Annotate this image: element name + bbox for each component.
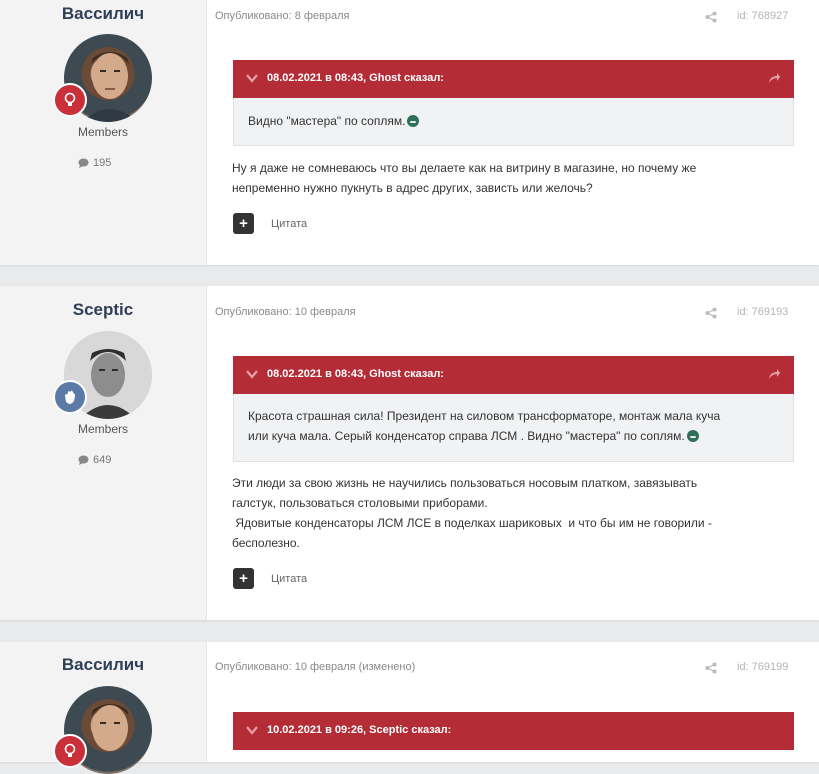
chevron-down-icon[interactable]	[246, 369, 258, 379]
chevron-down-icon[interactable]	[246, 73, 258, 83]
author-panel: Вассилич Members 195	[0, 0, 207, 265]
author-name[interactable]: Вассилич	[0, 4, 206, 24]
post-id: id: 769193	[737, 306, 789, 318]
quote-author-line: 10.02.2021 в 09:26, Sceptic сказал:	[267, 724, 452, 736]
plus-icon: +	[239, 570, 248, 587]
post-count: 195	[78, 157, 111, 169]
plus-icon: +	[239, 215, 248, 232]
quote-body: Красота страшная сила! Президент на сило…	[233, 394, 794, 462]
post-3: Вассилич Опубликовано: 10 февраля (измен…	[0, 642, 819, 774]
post-content: Ну я даже не сомневаюсь что вы делаете к…	[232, 158, 792, 198]
quote-button[interactable]: Цитата	[271, 218, 307, 230]
post-content: Эти люди за свою жизнь не научились поль…	[232, 473, 792, 553]
hand-wave-icon	[65, 390, 75, 404]
quote-header[interactable]: 08.02.2021 в 08:43, Ghost сказал:	[233, 356, 794, 394]
post-line: Эти люди за свою жизнь не научились поль…	[232, 476, 698, 490]
quote-text-block: Красота страшная сила! Президент на сило…	[248, 406, 775, 446]
member-badge	[53, 734, 87, 768]
emoji-icon	[407, 115, 420, 127]
comment-icon	[78, 158, 89, 168]
post-id: id: 769199	[737, 661, 789, 673]
chevron-down-icon[interactable]	[246, 725, 258, 735]
forward-arrow-icon[interactable]	[768, 368, 781, 380]
quote-author-line: 08.02.2021 в 08:43, Ghost сказал:	[267, 368, 444, 380]
published-date[interactable]: Опубликовано: 10 февраля (изменено)	[215, 661, 415, 673]
quote-author-line: 08.02.2021 в 08:43, Ghost сказал:	[267, 72, 444, 84]
post-line: Ну я даже не сомневаюсь что вы делаете к…	[232, 161, 697, 175]
author-panel: Sceptic Members 649	[0, 286, 207, 620]
quote-body: Видно "мастера" по соплям.	[233, 98, 794, 146]
author-panel: Вассилич	[0, 642, 207, 774]
quote-button[interactable]: Цитата	[271, 573, 307, 585]
quote-line: или куча мала. Серый конденсатор справа …	[248, 429, 685, 443]
published-date[interactable]: Опубликовано: 8 февраля	[215, 10, 350, 22]
forward-arrow-icon[interactable]	[768, 72, 781, 84]
post-line: галстук, пользоваться столовыми приборам…	[232, 496, 488, 510]
share-icon[interactable]	[705, 662, 717, 674]
post-1: Вассилич Members 195 Опубликовано: 8 фев…	[0, 0, 819, 265]
multiquote-plus-button[interactable]: +	[233, 568, 254, 589]
author-name[interactable]: Sceptic	[0, 300, 206, 320]
quote-header[interactable]: 08.02.2021 в 08:43, Ghost сказал:	[233, 60, 794, 98]
share-icon[interactable]	[705, 11, 717, 23]
member-badge	[53, 83, 87, 117]
lightbulb-icon	[64, 92, 76, 106]
post-line: бесполезно.	[232, 536, 300, 550]
published-date[interactable]: Опубликовано: 10 февраля	[215, 306, 356, 318]
author-name[interactable]: Вассилич	[0, 655, 206, 675]
quote-text: Видно "мастера" по соплям.	[248, 114, 406, 128]
lightbulb-icon	[64, 743, 76, 757]
member-group: Members	[77, 422, 128, 436]
post-id: id: 768927	[737, 10, 789, 22]
quote-header[interactable]: 10.02.2021 в 09:26, Sceptic сказал:	[233, 712, 794, 750]
member-badge	[53, 380, 87, 414]
member-group: Members	[77, 125, 128, 139]
post-line: Ядовитые конденсаторы ЛСМ ЛСЕ в поделках…	[232, 516, 712, 530]
share-icon[interactable]	[705, 307, 717, 319]
emoji-icon	[686, 430, 699, 442]
post-2: Sceptic Members 649 Опубликовано: 10 фев…	[0, 286, 819, 620]
quote-line: Красота страшная сила! Президент на сило…	[248, 409, 721, 423]
comment-icon	[78, 455, 89, 465]
post-count-value: 649	[93, 454, 112, 466]
quote-text-block: Видно "мастера" по соплям.	[248, 111, 775, 131]
post-count-value: 195	[93, 157, 112, 169]
post-count: 649	[78, 454, 111, 466]
post-line: непременно нужно пукнуть в адрес других,…	[232, 181, 593, 195]
multiquote-plus-button[interactable]: +	[233, 213, 254, 234]
